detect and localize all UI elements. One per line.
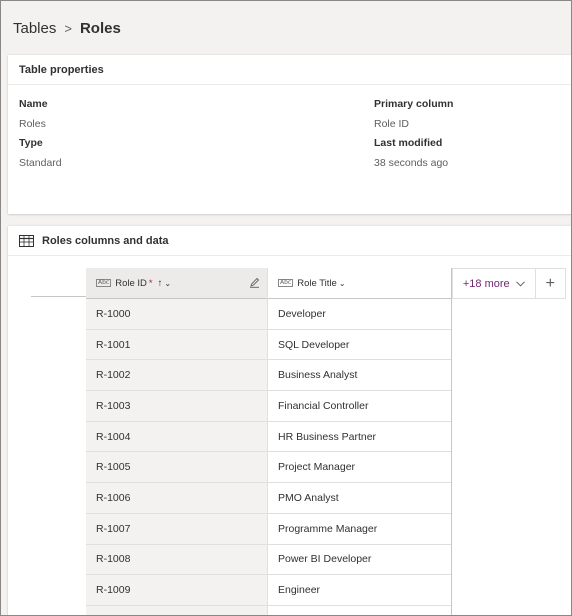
chevron-right-icon: > bbox=[64, 21, 72, 36]
role-id-cell[interactable]: R-1009 bbox=[86, 575, 267, 606]
role-id-cell[interactable]: R-1006 bbox=[86, 483, 267, 514]
last-modified-label: Last modified bbox=[374, 137, 443, 149]
breadcrumb-current: Roles bbox=[79, 20, 121, 37]
role-title-cell[interactable]: Programme Manager bbox=[268, 514, 451, 545]
table-properties-header: Table properties bbox=[8, 55, 571, 85]
chevron-down-icon[interactable]: ⌄ bbox=[339, 279, 346, 288]
role-id-header-label: Role ID bbox=[115, 277, 147, 289]
breadcrumb: Tables > Roles bbox=[13, 20, 121, 37]
app-frame: Tables > Roles Table properties Name Rol… bbox=[0, 0, 572, 616]
role-id-cell[interactable]: R-1007 bbox=[86, 514, 267, 545]
edit-icon[interactable] bbox=[249, 277, 260, 291]
text-type-icon: Abc bbox=[96, 279, 112, 287]
role-title-cell[interactable]: PMO Analyst bbox=[268, 483, 451, 514]
more-columns-button[interactable]: +18 more bbox=[453, 269, 536, 298]
type-label: Type bbox=[19, 137, 43, 149]
role-id-cell[interactable]: R-1004 bbox=[86, 422, 267, 453]
column-actions: +18 more + bbox=[452, 268, 566, 299]
role-title-cell[interactable]: Power BI Developer bbox=[268, 545, 451, 576]
role-title-cell[interactable]: Engineer bbox=[268, 575, 451, 606]
role-title-cell[interactable]: Business Analyst bbox=[268, 360, 451, 392]
chevron-down-icon bbox=[515, 279, 525, 289]
last-modified-value: 38 seconds ago bbox=[374, 157, 449, 169]
plus-icon: + bbox=[545, 274, 555, 292]
role-title-column-header[interactable]: Abc Role Title ⌄ bbox=[268, 268, 451, 299]
data-grid: Abc Role ID * ↑ ⌄ R-1000 R-1001 R-1002 R… bbox=[31, 268, 571, 615]
add-column-button[interactable]: + bbox=[536, 269, 565, 298]
role-id-cell[interactable]: R-1005 bbox=[86, 452, 267, 484]
columns-and-data-title: Roles columns and data bbox=[42, 234, 169, 247]
role-title-cell[interactable]: Project Manager bbox=[268, 452, 451, 484]
role-id-column-header[interactable]: Abc Role ID * ↑ ⌄ bbox=[86, 268, 267, 299]
role-title-cell[interactable]: SQL Developer bbox=[268, 330, 451, 361]
role-id-cells: R-1000 R-1001 R-1002 R-1003 R-1004 R-100… bbox=[86, 299, 267, 606]
grid-divider bbox=[31, 296, 91, 297]
role-title-column: Abc Role Title ⌄ Developer SQL Developer… bbox=[268, 268, 452, 615]
role-title-cell[interactable]: HR Business Partner bbox=[268, 422, 451, 453]
required-marker: * bbox=[148, 277, 153, 289]
sort-ascending-icon: ↑ bbox=[157, 277, 163, 289]
table-properties-card: Table properties Name Roles Type Standar… bbox=[8, 55, 571, 214]
columns-and-data-header: Roles columns and data bbox=[8, 226, 571, 256]
role-id-cell[interactable]: R-1003 bbox=[86, 391, 267, 422]
table-grid-icon bbox=[19, 234, 34, 247]
breadcrumb-tables-link[interactable]: Tables bbox=[13, 20, 56, 37]
name-label: Name bbox=[19, 98, 48, 110]
primary-column-label: Primary column bbox=[374, 98, 454, 110]
type-value: Standard bbox=[19, 157, 62, 169]
columns-and-data-card: Roles columns and data Abc Role ID * ↑ ⌄ bbox=[8, 226, 571, 615]
role-title-cell[interactable]: Financial Controller bbox=[268, 391, 451, 422]
role-title-cell[interactable]: Developer bbox=[268, 299, 451, 330]
role-title-cells: Developer SQL Developer Business Analyst… bbox=[268, 299, 451, 606]
text-type-icon: Abc bbox=[278, 279, 294, 287]
chevron-down-icon[interactable]: ⌄ bbox=[164, 279, 171, 288]
more-columns-label: +18 more bbox=[462, 277, 510, 290]
role-title-header-label: Role Title bbox=[297, 277, 337, 289]
primary-column-value: Role ID bbox=[374, 118, 410, 130]
role-id-cell[interactable]: R-1001 bbox=[86, 330, 267, 361]
role-id-cell[interactable]: R-1000 bbox=[86, 299, 267, 330]
role-id-cell[interactable]: R-1002 bbox=[86, 360, 267, 392]
name-value: Roles bbox=[19, 118, 46, 130]
role-id-cell[interactable]: R-1008 bbox=[86, 545, 267, 576]
role-id-column: Abc Role ID * ↑ ⌄ R-1000 R-1001 R-1002 R… bbox=[86, 268, 268, 615]
